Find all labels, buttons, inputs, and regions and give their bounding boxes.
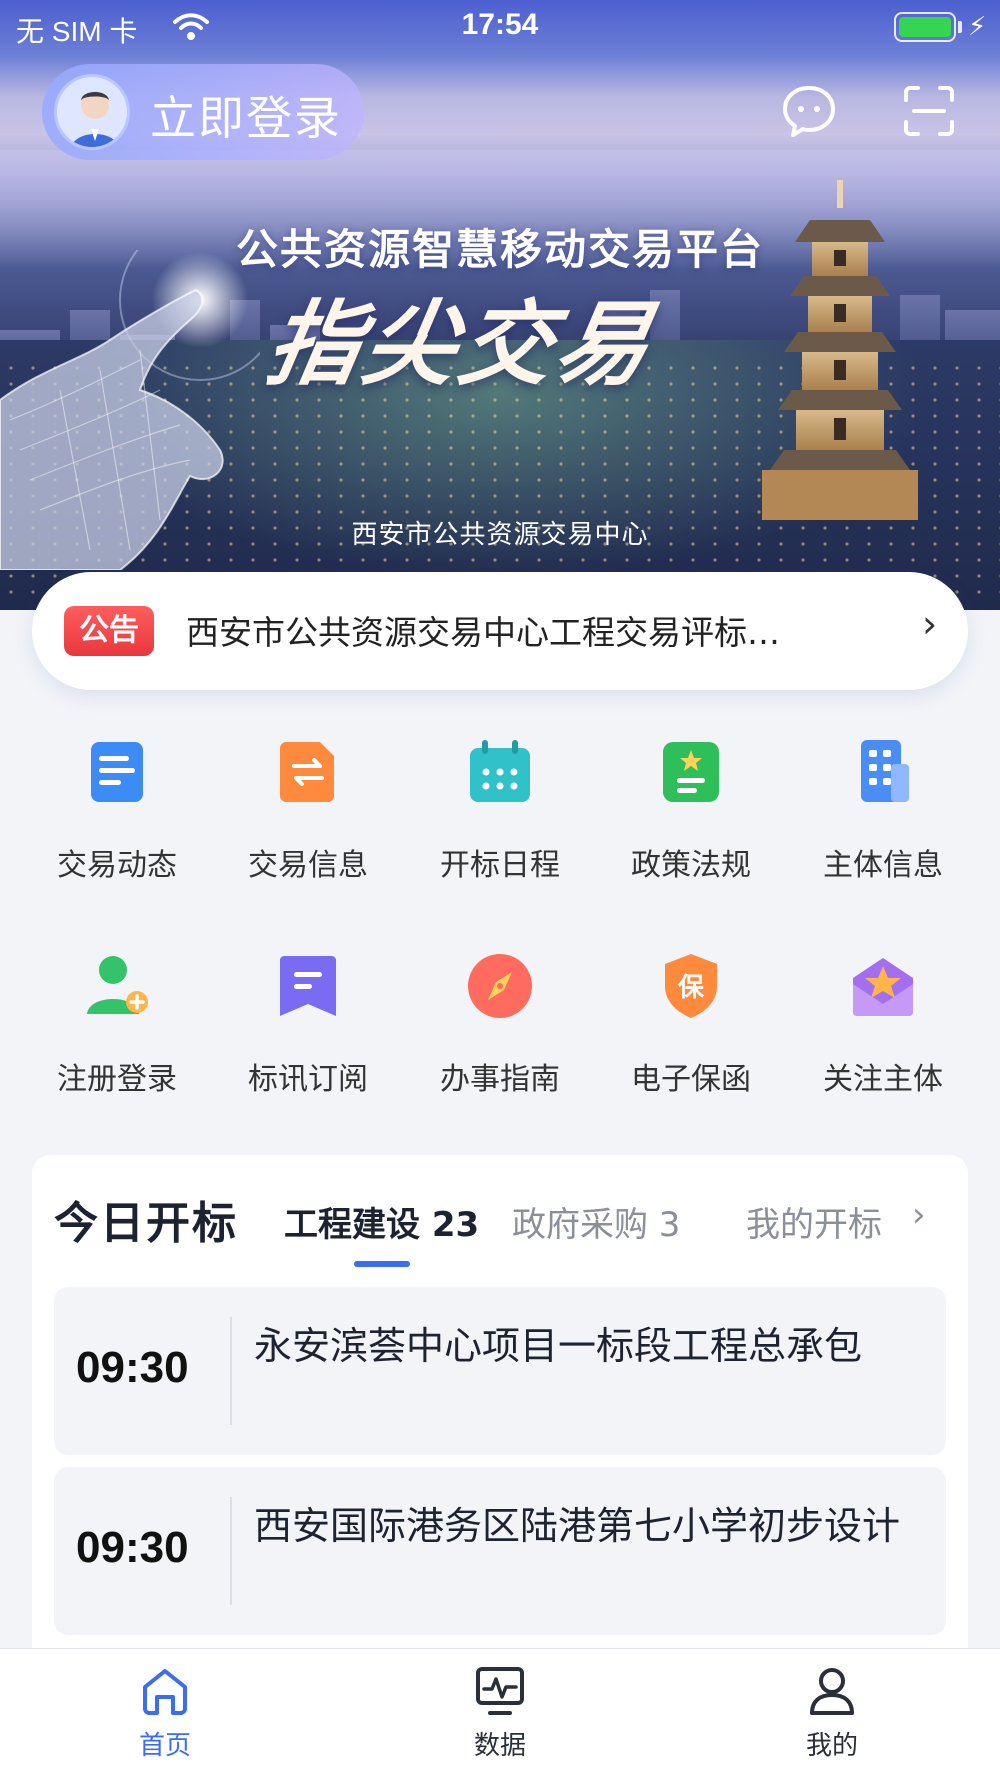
status-bar: 无 SIM 卡 17:54 ⚡: [0, 0, 1000, 56]
tab-procurement[interactable]: 政府采购 3: [512, 1197, 680, 1246]
notice-text: 西安市公共资源交易中心工程交易评标…: [186, 613, 780, 652]
tab-indicator: [354, 1261, 410, 1267]
grid-item-label: 关注主体: [823, 1062, 943, 1097]
grid-item-label: 办事指南: [440, 1062, 560, 1097]
grid-item-service-guide[interactable]: 办事指南: [405, 942, 595, 1112]
grid-item-label: 政策法规: [631, 848, 751, 883]
star-envelope-icon: [853, 958, 913, 1016]
grid-item-follow-entity[interactable]: 关注主体: [788, 942, 978, 1112]
grid-item-label: 电子保函: [631, 1062, 751, 1097]
divider: [230, 1317, 232, 1425]
grid-item-label: 主体信息: [823, 848, 943, 883]
grid-item-label: 注册登录: [57, 1062, 177, 1097]
login-label: 立即登录: [150, 91, 342, 145]
compass-icon: [468, 954, 532, 1018]
bid-time: 09:30: [76, 1523, 189, 1572]
grid-item-label: 标讯订阅: [248, 1062, 368, 1097]
grid-item-label: 交易动态: [57, 848, 177, 883]
hero-banner: 无 SIM 卡 17:54 ⚡ 立即登录 公共资源智慧移动交易平台 指尖交易 西…: [0, 0, 1000, 610]
grid-item-trade-news[interactable]: 交易动态: [22, 728, 212, 898]
notice-badge: 公告: [64, 606, 154, 656]
guarantee-shield-icon: 保: [665, 954, 717, 1018]
tab-mine[interactable]: 我的: [762, 1665, 902, 1765]
grid-item-label: 开标日程: [440, 848, 560, 883]
bookmark-icon: [280, 956, 336, 1016]
today-title: 今日开标: [54, 1198, 238, 1249]
banner-title: 公共资源智慧移动交易平台: [235, 225, 764, 274]
chart-monitor-icon: [476, 1667, 524, 1715]
grid-item-label: 交易信息: [248, 848, 368, 883]
grid-item-e-guarantee[interactable]: 保 电子保函: [596, 942, 786, 1112]
battery-icon: [894, 12, 956, 42]
message-icon[interactable]: [780, 82, 838, 140]
news-doc-icon: [91, 742, 143, 802]
tab-home[interactable]: 首页: [95, 1665, 235, 1765]
chevron-right-icon: ›: [922, 602, 938, 646]
building-icon: [861, 740, 909, 802]
tab-label: 我的: [805, 1731, 858, 1761]
divider: [230, 1497, 232, 1605]
exchange-doc-icon: [280, 742, 334, 802]
calendar-icon: [470, 740, 530, 802]
today-bids-card: 今日开标 工程建设 23 政府采购 3 我的开标 › 09:30 永安滨荟中心项…: [32, 1155, 968, 1675]
bid-time: 09:30: [76, 1343, 189, 1392]
banner-subtitle: 西安市公共资源交易中心: [351, 520, 649, 550]
clock: 17:54: [461, 8, 539, 41]
bid-row[interactable]: 09:30 永安滨荟中心项目一标段工程总承包: [54, 1287, 946, 1455]
grid-item-register-login[interactable]: 注册登录: [22, 942, 212, 1112]
policy-badge-icon: [663, 742, 719, 802]
bottom-tab-bar: 首页 数据 我的: [0, 1648, 1000, 1778]
notice-bar[interactable]: 公告 西安市公共资源交易中心工程交易评标… ›: [32, 572, 968, 690]
scan-icon[interactable]: [900, 82, 958, 140]
chevron-right-icon[interactable]: ›: [912, 1195, 926, 1235]
tab-engineering[interactable]: 工程建设 23: [284, 1197, 479, 1246]
tab-label: 数据: [473, 1731, 526, 1761]
home-icon: [143, 1669, 187, 1715]
grid-item-bid-subscription[interactable]: 标讯订阅: [213, 942, 403, 1112]
bid-title: 永安滨荟中心项目一标段工程总承包: [254, 1324, 863, 1368]
charging-icon: ⚡: [968, 12, 987, 42]
grid-item-trade-info[interactable]: 交易信息: [213, 728, 403, 898]
tab-data[interactable]: 数据: [430, 1665, 570, 1765]
bid-title: 西安国际港务区陆港第七小学初步设计: [254, 1504, 901, 1548]
bid-row[interactable]: 09:30 西安国际港务区陆港第七小学初步设计: [54, 1467, 946, 1635]
tab-label: 首页: [138, 1731, 191, 1761]
user-icon: [810, 1668, 854, 1715]
banner-slogan: 指尖交易: [259, 291, 663, 398]
add-user-icon: [87, 956, 148, 1014]
avatar: [54, 74, 130, 150]
login-button[interactable]: 立即登录: [42, 64, 364, 160]
svg-text:保: 保: [677, 973, 705, 1003]
grid-item-entity-info[interactable]: 主体信息: [788, 728, 978, 898]
my-bids-link[interactable]: 我的开标: [746, 1197, 882, 1246]
grid-item-policy[interactable]: 政策法规: [596, 728, 786, 898]
grid-item-bid-schedule[interactable]: 开标日程: [405, 728, 595, 898]
